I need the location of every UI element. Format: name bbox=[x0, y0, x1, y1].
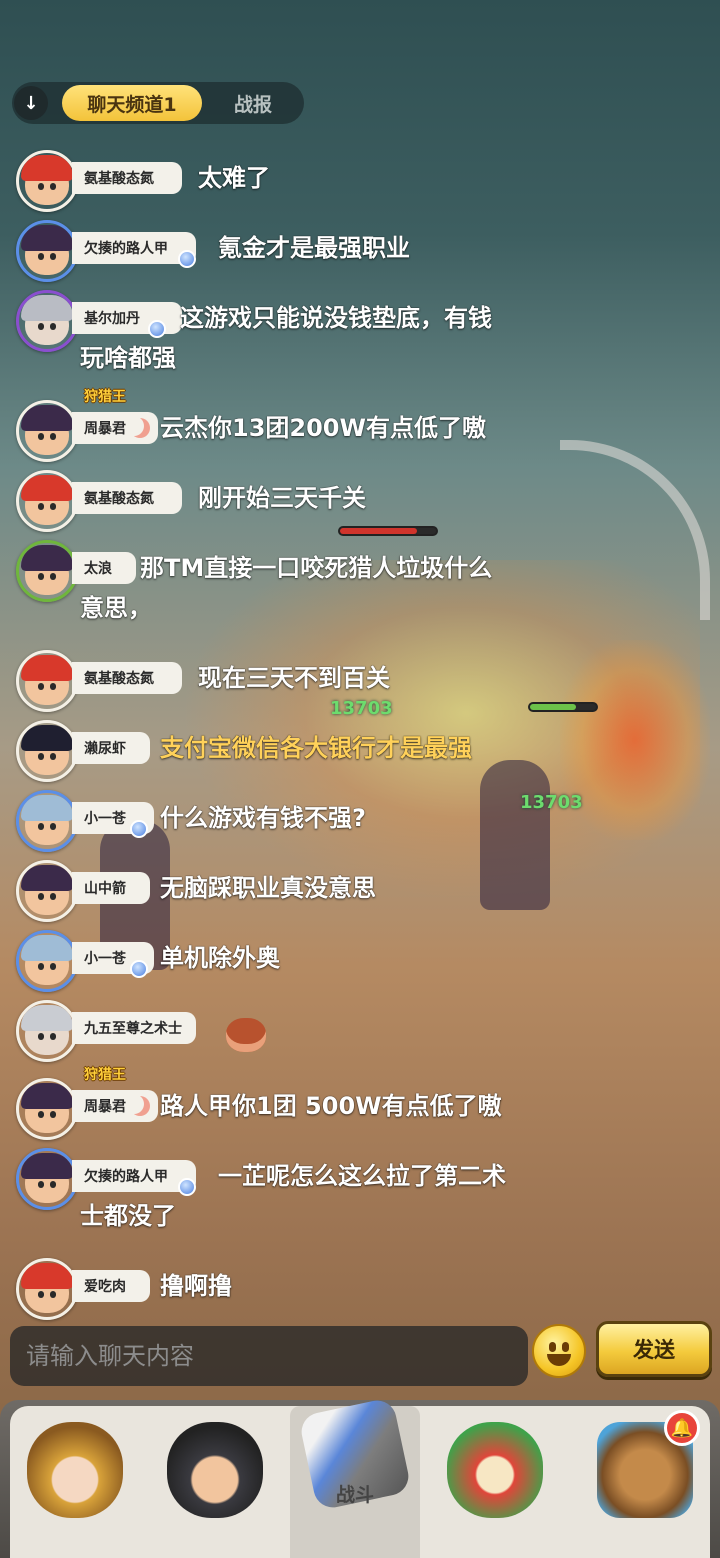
caveman-character-icon bbox=[27, 1422, 123, 1518]
message-text: 刚开始三天千关 bbox=[198, 484, 366, 512]
avatar[interactable] bbox=[16, 400, 78, 462]
ninja-hero-icon bbox=[167, 1422, 263, 1518]
message-text-continued: 玩啥都强 bbox=[80, 344, 176, 372]
avatar[interactable] bbox=[16, 150, 78, 212]
nav-item-hero[interactable] bbox=[150, 1406, 280, 1558]
collapse-chat-button[interactable]: ↓ bbox=[14, 86, 48, 120]
avatar[interactable] bbox=[16, 1148, 78, 1210]
gem-badge-icon bbox=[130, 820, 148, 838]
floating-damage-number: 13703 bbox=[330, 698, 393, 719]
chat-channel-header: ↓ 聊天频道1 战报 bbox=[12, 82, 304, 124]
player-title: 狩猎王 bbox=[84, 389, 126, 405]
message-text: 撸啊撸 bbox=[160, 1272, 232, 1300]
message-text: 那TM直接一口咬死猎人垃圾什么 bbox=[140, 554, 493, 582]
message-text: 一芷呢怎么这么拉了第二术 bbox=[218, 1162, 506, 1190]
avatar[interactable] bbox=[16, 220, 78, 282]
message-text: 无脑踩职业真没意思 bbox=[160, 874, 376, 902]
avatar[interactable] bbox=[16, 470, 78, 532]
send-button[interactable]: 发送 bbox=[596, 1321, 712, 1377]
nav-label-battle: 战斗 bbox=[335, 1484, 374, 1506]
nav-item-battle[interactable]: 战斗 bbox=[290, 1397, 420, 1558]
avatar[interactable] bbox=[16, 720, 78, 782]
player-title: 狩猎王 bbox=[84, 1067, 126, 1083]
gem-badge-icon bbox=[178, 1178, 196, 1196]
message-text: 支付宝微信各大银行才是最强 bbox=[160, 734, 472, 762]
player-name[interactable]: 氨基酸态氮 bbox=[72, 162, 182, 194]
message-text: 现在三天不到百关 bbox=[198, 664, 390, 692]
player-name[interactable]: 九五至尊之术士 bbox=[72, 1012, 196, 1044]
message-text: 云杰你13团200W有点低了嗷 bbox=[160, 414, 486, 442]
player-name[interactable]: 太浪 bbox=[72, 552, 136, 584]
gem-badge-icon bbox=[178, 250, 196, 268]
smiley-face-icon bbox=[549, 1342, 556, 1352]
player-name[interactable]: 爱吃肉 bbox=[72, 1270, 150, 1302]
avatar[interactable] bbox=[16, 650, 78, 712]
message-text: 太难了 bbox=[198, 164, 270, 192]
bell-icon: 🔔 bbox=[664, 1410, 700, 1446]
dino-pet-icon bbox=[447, 1422, 543, 1518]
avatar[interactable] bbox=[16, 1258, 78, 1320]
enemy-hp-bar bbox=[338, 526, 438, 536]
player-name[interactable]: 濑尿虾 bbox=[72, 732, 150, 764]
nav-item-tribe[interactable] bbox=[10, 1406, 140, 1558]
message-text-continued: 士都没了 bbox=[80, 1202, 176, 1230]
moon-badge-icon bbox=[130, 1096, 150, 1116]
arrow-down-icon: ↓ bbox=[23, 92, 39, 114]
sticker-boar-icon bbox=[226, 1018, 266, 1052]
player-name[interactable]: 氨基酸态氮 bbox=[72, 662, 182, 694]
nav-item-shop[interactable]: 🔔 bbox=[580, 1406, 710, 1558]
player-name[interactable]: 山中箭 bbox=[72, 872, 150, 904]
avatar[interactable] bbox=[16, 540, 78, 602]
gem-badge-icon bbox=[130, 960, 148, 978]
avatar[interactable] bbox=[16, 1000, 78, 1062]
nav-item-pet[interactable] bbox=[430, 1406, 560, 1558]
bone-arch-decoration bbox=[560, 440, 710, 620]
avatar[interactable] bbox=[16, 290, 78, 352]
enemy-hp-bar bbox=[528, 702, 598, 712]
moon-badge-icon bbox=[130, 418, 150, 438]
gem-badge-icon bbox=[148, 320, 166, 338]
chat-input-container bbox=[10, 1326, 528, 1386]
emoji-button[interactable] bbox=[532, 1324, 586, 1378]
message-text: 氪金才是最强职业 bbox=[218, 234, 410, 262]
chat-input[interactable] bbox=[26, 1342, 528, 1370]
hero-silhouette bbox=[480, 760, 550, 910]
message-text: 什么游戏有钱不强? bbox=[160, 804, 366, 832]
player-name[interactable]: 氨基酸态氮 bbox=[72, 482, 182, 514]
message-text: 路人甲你1团 500W有点低了嗷 bbox=[160, 1092, 502, 1120]
message-text: 单机除外奥 bbox=[160, 944, 280, 972]
avatar[interactable] bbox=[16, 860, 78, 922]
message-text: 这游戏只能说没钱垫底，有钱 bbox=[180, 304, 492, 332]
tab-battle-report[interactable]: 战报 bbox=[218, 85, 288, 121]
message-text-continued: 意思， bbox=[80, 594, 152, 622]
avatar[interactable] bbox=[16, 1078, 78, 1140]
bottom-navigation: 战斗 🔔 bbox=[0, 1397, 720, 1558]
tab-chat-channel[interactable]: 聊天频道1 bbox=[62, 85, 202, 121]
avatar[interactable] bbox=[16, 790, 78, 852]
avatar[interactable] bbox=[16, 930, 78, 992]
floating-damage-number: 13703 bbox=[520, 792, 583, 813]
